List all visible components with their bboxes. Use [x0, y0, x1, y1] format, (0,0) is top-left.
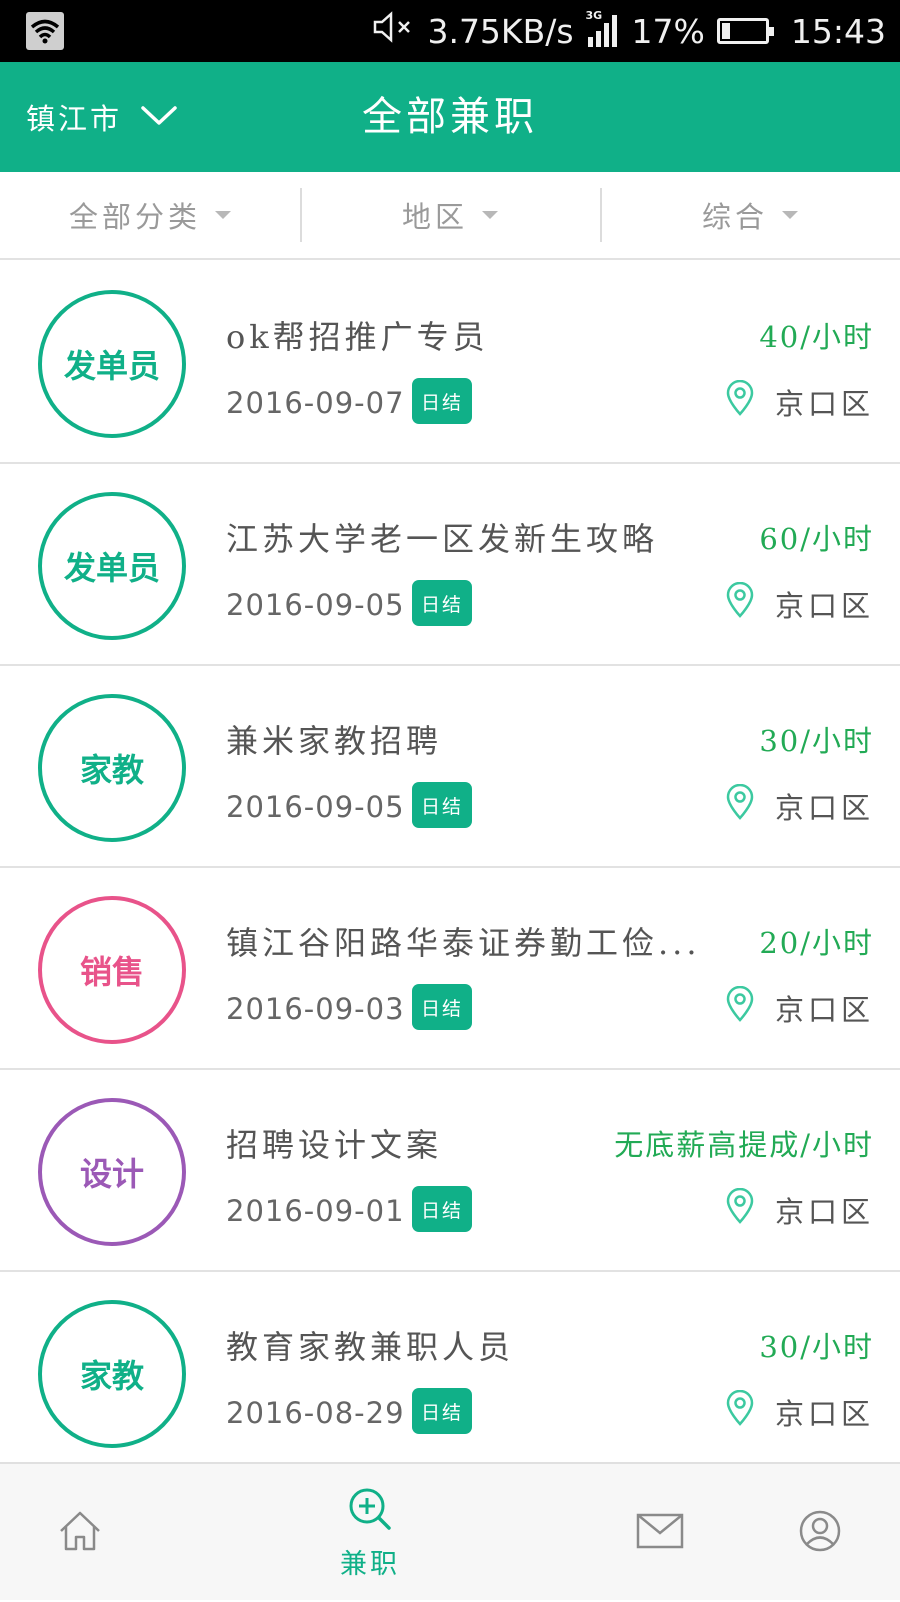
caret-down-icon [782, 211, 798, 219]
job-item[interactable]: 发单员 ok帮招推广专员 2016-09-07 日结 40/小时 京口区 [0, 262, 900, 464]
filter-label: 综合 [701, 200, 768, 234]
settlement-tag: 日结 [412, 782, 472, 828]
settlement-tag: 日结 [412, 1186, 472, 1232]
caret-down-icon [215, 211, 231, 219]
caret-down-icon [482, 211, 498, 219]
job-title: 兼米家教招聘 [226, 722, 443, 760]
job-district: 京口区 [774, 790, 874, 825]
category-badge: 发单员 [38, 492, 186, 640]
location-pin-icon [725, 783, 755, 827]
job-item[interactable]: 家教 兼米家教招聘 2016-09-05 日结 30/小时 京口区 [0, 666, 900, 868]
tab-messages[interactable] [620, 1464, 700, 1602]
job-item[interactable]: 设计 招聘设计文案 2016-09-01 日结 无底薪高提成/小时 京口区 [0, 1070, 900, 1272]
job-pay: 无底薪高提成/小时 [614, 1128, 874, 1162]
job-district: 京口区 [774, 1396, 874, 1431]
filter-label: 地区 [401, 200, 468, 234]
user-icon [798, 1509, 842, 1557]
location-pin-icon [725, 379, 755, 423]
bottom-tab-bar: 兼职 [0, 1462, 900, 1600]
job-date: 2016-09-05 [226, 790, 405, 824]
location-pin-icon [725, 581, 755, 625]
job-date: 2016-09-05 [226, 588, 405, 622]
filter-region[interactable]: 地区 [300, 172, 600, 258]
job-location: 京口区 [725, 783, 874, 827]
job-date: 2016-09-07 [226, 386, 405, 420]
category-badge: 发单员 [38, 290, 186, 438]
job-title: 镇江谷阳路华泰证券勤工俭... [226, 924, 696, 962]
job-district: 京口区 [774, 588, 874, 623]
job-location: 京口区 [725, 379, 874, 423]
filter-sort[interactable]: 综合 [600, 172, 900, 258]
job-list: 发单员 ok帮招推广专员 2016-09-07 日结 40/小时 京口区 发单员… [0, 262, 900, 1462]
wifi-icon [26, 12, 64, 50]
job-title: 江苏大学老一区发新生攻略 [226, 520, 659, 558]
filter-bar: 全部分类 地区 综合 [0, 172, 900, 260]
home-icon [57, 1509, 103, 1557]
battery-percent: 17% [631, 11, 705, 51]
status-bar: 3.75KB/s 3G 17% 15:43 [0, 0, 900, 62]
search-plus-icon [347, 1486, 393, 1536]
job-pay: 40/小时 [759, 320, 874, 354]
category-badge: 家教 [38, 1300, 186, 1448]
job-item[interactable]: 销售 镇江谷阳路华泰证券勤工俭... 2016-09-03 日结 20/小时 京… [0, 868, 900, 1070]
category-badge: 家教 [38, 694, 186, 842]
job-location: 京口区 [725, 1187, 874, 1231]
mute-icon [371, 9, 415, 53]
job-pay: 20/小时 [759, 926, 874, 960]
clock: 15:43 [790, 11, 886, 51]
job-district: 京口区 [774, 992, 874, 1027]
tab-profile[interactable] [780, 1464, 860, 1602]
filter-category[interactable]: 全部分类 [0, 172, 300, 258]
job-title: 招聘设计文案 [226, 1126, 443, 1164]
category-badge: 设计 [38, 1098, 186, 1246]
mail-icon [636, 1513, 684, 1553]
settlement-tag: 日结 [412, 1388, 472, 1434]
job-title: 教育家教兼职人员 [226, 1328, 515, 1366]
tab-home[interactable] [40, 1464, 120, 1602]
location-pin-icon [725, 985, 755, 1029]
job-pay: 30/小时 [759, 724, 874, 758]
job-location: 京口区 [725, 985, 874, 1029]
category-badge: 销售 [38, 896, 186, 1044]
job-date: 2016-08-29 [226, 1396, 405, 1430]
settlement-tag: 日结 [412, 378, 472, 424]
job-title: ok帮招推广专员 [226, 318, 489, 356]
location-pin-icon [725, 1389, 755, 1433]
tab-jobs-label: 兼职 [340, 1548, 400, 1580]
job-date: 2016-09-03 [226, 992, 405, 1026]
job-date: 2016-09-01 [226, 1194, 405, 1228]
signal-icon: 3G [586, 9, 620, 49]
job-item[interactable]: 家教 教育家教兼职人员 2016-08-29 日结 30/小时 京口区 [0, 1272, 900, 1462]
settlement-tag: 日结 [412, 580, 472, 626]
job-district: 京口区 [774, 1194, 874, 1229]
job-location: 京口区 [725, 1389, 874, 1433]
job-location: 京口区 [725, 581, 874, 625]
battery-icon [716, 18, 774, 44]
settlement-tag: 日结 [412, 984, 472, 1030]
network-speed: 3.75KB/s [427, 11, 574, 51]
filter-label: 全部分类 [68, 200, 201, 234]
tab-jobs[interactable]: 兼职 [310, 1464, 430, 1602]
battery-fill [721, 23, 730, 39]
location-pin-icon [725, 1187, 755, 1231]
job-district: 京口区 [774, 386, 874, 421]
page-title: 全部兼职 [362, 94, 538, 140]
job-pay: 60/小时 [759, 522, 874, 556]
job-pay: 30/小时 [759, 1330, 874, 1364]
job-item[interactable]: 发单员 江苏大学老一区发新生攻略 2016-09-05 日结 60/小时 京口区 [0, 464, 900, 666]
app-bar: 镇江市 全部兼职 [0, 62, 900, 172]
